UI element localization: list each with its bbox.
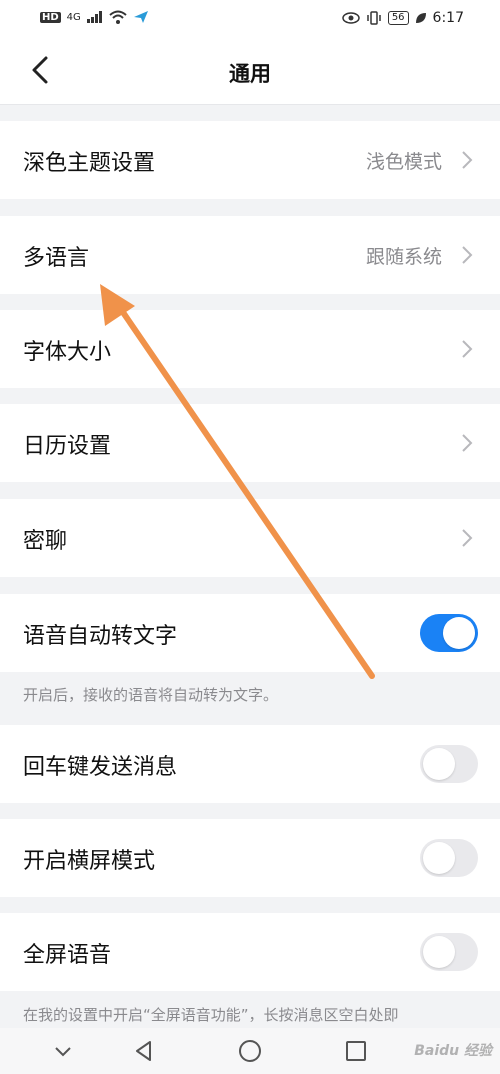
secret-chat-setting-row[interactable]: 密聊 xyxy=(0,499,500,577)
status-bar: HD 4G 56 6:17 xyxy=(0,0,500,38)
fullscreen-voice-label: 全屏语音 xyxy=(23,943,112,968)
eye-icon xyxy=(342,12,360,24)
fullscreen-voice-hint: 在我的设置中开启“全屏语音功能”，长按消息区空白处即 xyxy=(23,1006,399,1024)
toggle-knob xyxy=(443,617,475,649)
header: 通用 xyxy=(0,38,500,105)
fullscreen-voice-setting-row: 全屏语音 xyxy=(0,913,500,991)
battery-indicator: 56 xyxy=(387,11,409,25)
chevron-right-icon xyxy=(462,529,473,547)
network-label: 4G xyxy=(66,11,81,23)
chevron-down-icon[interactable] xyxy=(50,1038,76,1064)
fullscreen-voice-toggle[interactable] xyxy=(420,933,478,971)
voice-to-text-setting-row: 语音自动转文字 xyxy=(0,594,500,672)
calendar-setting-row[interactable]: 日历设置 xyxy=(0,404,500,482)
leaf-icon xyxy=(415,13,426,23)
app-notification-icon xyxy=(133,11,148,23)
language-setting-row[interactable]: 多语言 跟随系统 xyxy=(0,216,500,294)
toggle-knob xyxy=(423,748,455,780)
hd-badge: HD xyxy=(40,11,61,23)
enter-send-toggle[interactable] xyxy=(420,745,478,783)
back-triangle-icon[interactable] xyxy=(131,1038,157,1064)
enter-send-setting-row: 回车键发送消息 xyxy=(0,725,500,803)
enter-send-label: 回车键发送消息 xyxy=(23,755,178,780)
voice-to-text-label: 语音自动转文字 xyxy=(23,624,178,649)
font-size-label: 字体大小 xyxy=(23,340,112,365)
landscape-toggle[interactable] xyxy=(420,839,478,877)
chevron-right-icon xyxy=(462,434,473,452)
font-size-setting-row[interactable]: 字体大小 xyxy=(0,310,500,388)
dark-theme-setting-row[interactable]: 深色主题设置 浅色模式 xyxy=(0,121,500,199)
voice-to-text-hint: 开启后，接收的语音将自动转为文字。 xyxy=(23,686,279,704)
status-right: 56 6:17 xyxy=(342,10,464,26)
clock: 6:17 xyxy=(432,10,464,26)
dark-theme-label: 深色主题设置 xyxy=(23,151,156,176)
status-left: HD 4G xyxy=(40,10,149,24)
home-circle-icon[interactable] xyxy=(237,1038,263,1064)
calendar-label: 日历设置 xyxy=(23,434,112,459)
wifi-icon xyxy=(109,10,127,24)
dark-theme-value: 浅色模式 xyxy=(365,151,442,173)
landscape-setting-row: 开启横屏模式 xyxy=(0,819,500,897)
signal-icon xyxy=(86,11,102,23)
landscape-label: 开启横屏模式 xyxy=(23,849,156,874)
language-label: 多语言 xyxy=(23,246,90,271)
voice-to-text-toggle[interactable] xyxy=(420,614,478,652)
chevron-right-icon xyxy=(462,151,473,169)
toggle-knob xyxy=(423,936,455,968)
page-title: 通用 xyxy=(229,62,271,86)
secret-chat-label: 密聊 xyxy=(23,529,68,554)
toggle-knob xyxy=(423,842,455,874)
chevron-right-icon xyxy=(462,246,473,264)
chevron-right-icon xyxy=(462,340,473,358)
recent-apps-square-icon[interactable] xyxy=(343,1038,369,1064)
language-value: 跟随系统 xyxy=(365,246,442,268)
watermark: Baidu 经验 xyxy=(414,1043,492,1059)
vibrate-icon xyxy=(367,11,381,25)
